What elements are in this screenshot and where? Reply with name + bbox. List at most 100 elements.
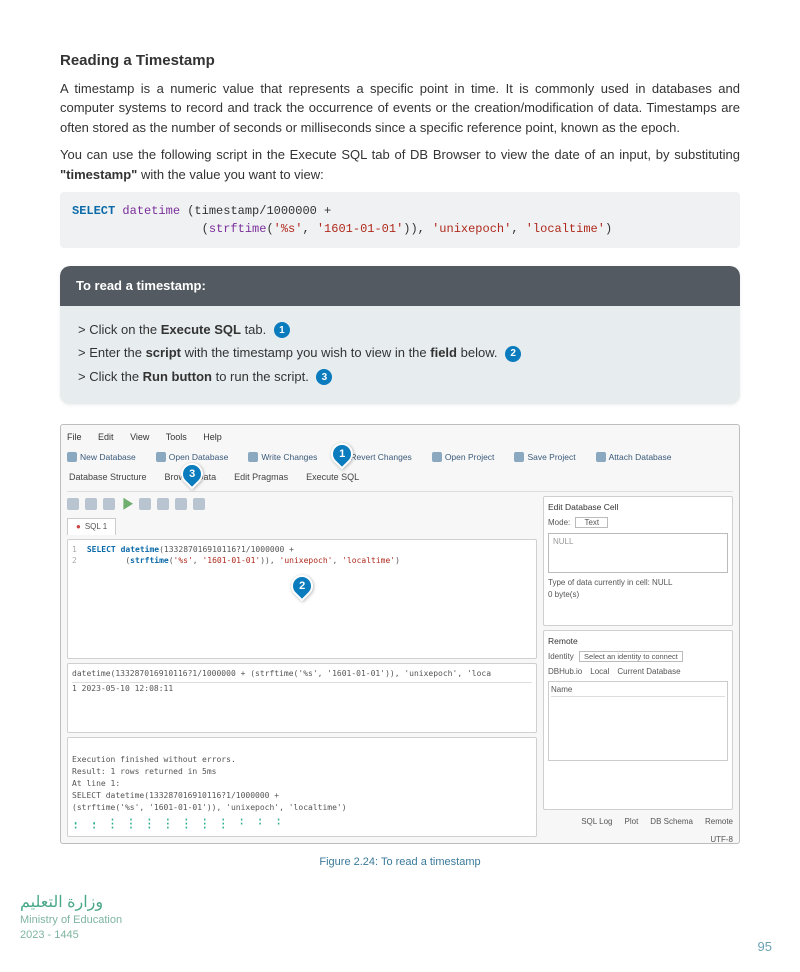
tb-save-project[interactable]: Save Project bbox=[514, 451, 575, 464]
tb-revert-label: Revert Changes bbox=[350, 451, 411, 464]
edit-cell-panel: Edit Database Cell Mode: Text NULL Type … bbox=[543, 496, 733, 626]
tb-attach-database[interactable]: Attach Database bbox=[596, 451, 672, 464]
mode-label: Mode: bbox=[548, 518, 570, 527]
steps-header: To read a timestamp: bbox=[60, 266, 740, 306]
menu-tools[interactable]: Tools bbox=[166, 432, 187, 442]
tb-open-label: Open Database bbox=[169, 451, 229, 464]
identity-row: Identity Select an identity to connect bbox=[548, 651, 728, 663]
kw-select: SELECT bbox=[72, 204, 115, 218]
bottom-tabs: SQL Log Plot DB Schema Remote bbox=[543, 814, 733, 830]
badge-1: 1 bbox=[274, 322, 290, 338]
s1b: Execute SQL bbox=[161, 322, 241, 337]
tb-open-database[interactable]: Open Database bbox=[156, 451, 229, 464]
code-pad: ( bbox=[72, 222, 209, 236]
kw-datetime: datetime bbox=[115, 204, 180, 218]
rtab-dbhub[interactable]: DBHub.io bbox=[548, 666, 582, 678]
save-icon bbox=[248, 452, 258, 462]
c2: , bbox=[511, 222, 525, 236]
steps-card: To read a timestamp: > Click on the Exec… bbox=[60, 266, 740, 404]
menu-file[interactable]: File bbox=[67, 432, 82, 442]
s3c: to run the script. bbox=[212, 369, 312, 384]
str-date: '1601-01-01' bbox=[317, 222, 403, 236]
main-toolbar: New Database Open Database Write Changes… bbox=[67, 449, 733, 468]
print-icon[interactable] bbox=[103, 498, 115, 510]
bytes-line: 0 byte(s) bbox=[548, 589, 728, 601]
str-s: '%s' bbox=[274, 222, 303, 236]
rtab-current[interactable]: Current Database bbox=[617, 666, 680, 678]
page-number: 95 bbox=[758, 937, 772, 957]
tab-db-structure[interactable]: Database Structure bbox=[67, 469, 149, 487]
saveproj-icon bbox=[514, 452, 524, 462]
paragraph-1: A timestamp is a numeric value that repr… bbox=[60, 79, 740, 138]
figure-caption: Figure 2.24: To read a timestamp bbox=[60, 854, 740, 871]
identity-select[interactable]: Select an identity to connect bbox=[579, 651, 683, 662]
run-button[interactable] bbox=[121, 498, 133, 510]
st-plot[interactable]: Plot bbox=[625, 816, 639, 828]
tb-open-project[interactable]: Open Project bbox=[432, 451, 495, 464]
p2-pre: You can use the following script in the … bbox=[60, 147, 740, 162]
stop-icon[interactable] bbox=[139, 498, 151, 510]
result-header: datetime(133287016910116?1/1000000 + (st… bbox=[72, 668, 532, 683]
save-sql-icon[interactable] bbox=[85, 498, 97, 510]
remote-tabs: DBHub.io Local Current Database bbox=[548, 666, 728, 678]
step-3: > Click the Run button to run the script… bbox=[78, 367, 722, 387]
tb-write-changes[interactable]: Write Changes bbox=[248, 451, 317, 464]
type-line: Type of data currently in cell: NULL bbox=[548, 577, 728, 589]
rtab-local[interactable]: Local bbox=[590, 666, 609, 678]
log-text: Execution finished without errors. Resul… bbox=[72, 755, 347, 812]
cell-value-box[interactable]: NULL bbox=[548, 533, 728, 573]
footer-arabic: وزارة التعليم bbox=[20, 893, 122, 914]
menu-help[interactable]: Help bbox=[203, 432, 222, 442]
encoding-label: UTF-8 bbox=[543, 834, 733, 846]
badge-3: 3 bbox=[316, 369, 332, 385]
section-title: Reading a Timestamp bbox=[60, 50, 740, 73]
search-icon[interactable] bbox=[175, 498, 187, 510]
st-dbschema[interactable]: DB Schema bbox=[650, 816, 693, 828]
paragraph-2: You can use the following script in the … bbox=[60, 145, 740, 184]
tb-write-label: Write Changes bbox=[261, 451, 317, 464]
decorative-dots: . . · · · · · · · · · ·· · · · · · · · ·… bbox=[72, 818, 532, 830]
st-remote[interactable]: Remote bbox=[705, 816, 733, 828]
project-icon bbox=[432, 452, 442, 462]
mode-select[interactable]: Text bbox=[575, 517, 608, 528]
attach-icon bbox=[596, 452, 606, 462]
p2-post: with the value you want to view: bbox=[137, 167, 323, 182]
s2e: below. bbox=[457, 345, 501, 360]
remote-title: Remote bbox=[548, 635, 728, 648]
s3a: > Click the bbox=[78, 369, 143, 384]
misc-icon[interactable] bbox=[193, 498, 205, 510]
menu-edit[interactable]: Edit bbox=[98, 432, 114, 442]
main-tabs: Database Structure Browse Data Edit Prag… bbox=[67, 467, 733, 492]
s1c: tab. bbox=[241, 322, 270, 337]
tab-edit-pragmas[interactable]: Edit Pragmas bbox=[232, 469, 290, 487]
folder-icon bbox=[156, 452, 166, 462]
tab-execute-sql[interactable]: Execute SQL bbox=[304, 469, 361, 487]
c1: , bbox=[302, 222, 316, 236]
s2a: > Enter the bbox=[78, 345, 146, 360]
args2: )), bbox=[403, 222, 432, 236]
s1a: > Click on the bbox=[78, 322, 161, 337]
footer-english: Ministry of Education bbox=[20, 913, 122, 927]
str-local: 'localtime' bbox=[526, 222, 605, 236]
tb-attach-label: Attach Database bbox=[609, 451, 672, 464]
db-browser-screenshot: File Edit View Tools Help New Database O… bbox=[60, 424, 740, 844]
str-unix: 'unixepoch' bbox=[432, 222, 511, 236]
badge-2: 2 bbox=[505, 346, 521, 362]
code-seg1: (timestamp/1000000 + bbox=[180, 204, 331, 218]
open-sql-icon[interactable] bbox=[67, 498, 79, 510]
s2d: field bbox=[430, 345, 457, 360]
result-row-1: 1 2023-05-10 12:08:11 bbox=[72, 683, 532, 695]
s2c: with the timestamp you wish to view in t… bbox=[181, 345, 430, 360]
close-tab-icon[interactable]: ● bbox=[76, 521, 81, 533]
sql-code-block: SELECT datetime (timestamp/1000000 + (st… bbox=[60, 192, 740, 248]
footer-ministry: وزارة التعليم Ministry of Education 2023… bbox=[20, 893, 122, 942]
tb-new-label: New Database bbox=[80, 451, 136, 464]
sql-tab-1[interactable]: ●SQL 1 bbox=[67, 518, 116, 535]
step-icon[interactable] bbox=[157, 498, 169, 510]
tb-new-database[interactable]: New Database bbox=[67, 451, 136, 464]
log-pane: Execution finished without errors. Resul… bbox=[67, 737, 537, 837]
step-1: > Click on the Execute SQL tab. 1 bbox=[78, 320, 722, 340]
menu-view[interactable]: View bbox=[130, 432, 149, 442]
st-sqllog[interactable]: SQL Log bbox=[581, 816, 612, 828]
s3b: Run button bbox=[143, 369, 212, 384]
